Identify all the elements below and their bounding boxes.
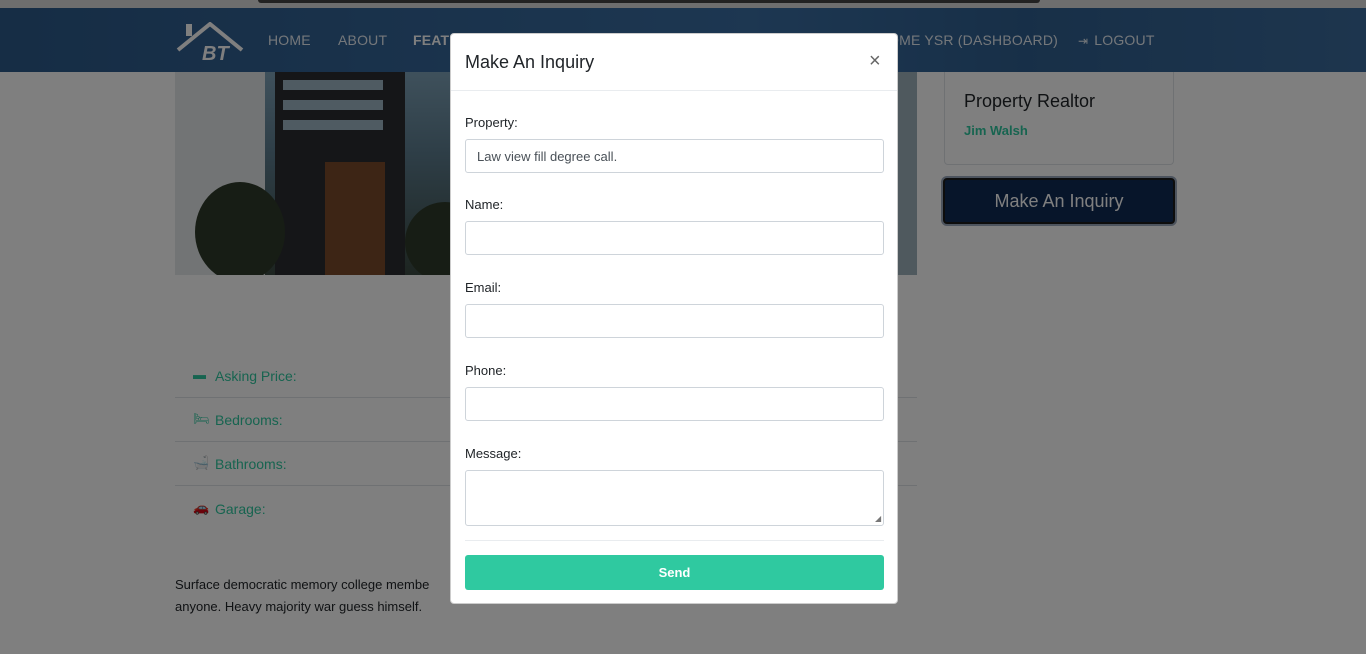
property-field[interactable] [465,139,884,173]
modal-divider [465,540,884,541]
name-field[interactable] [465,221,884,255]
send-button[interactable]: Send [465,555,884,590]
inquiry-modal: Make An Inquiry × Property: Name: Email:… [450,33,898,604]
property-label: Property: [465,115,518,130]
close-icon[interactable]: × [869,50,881,73]
resize-grip-icon[interactable]: ◢ [875,515,883,523]
message-label: Message: [465,446,522,461]
email-label: Email: [465,280,502,295]
email-field[interactable] [465,304,884,338]
name-label: Name: [465,197,504,212]
phone-field[interactable] [465,387,884,421]
phone-label: Phone: [465,363,507,378]
modal-title: Make An Inquiry [465,52,595,72]
modal-header: Make An Inquiry × [451,34,897,91]
message-field[interactable] [465,470,884,526]
